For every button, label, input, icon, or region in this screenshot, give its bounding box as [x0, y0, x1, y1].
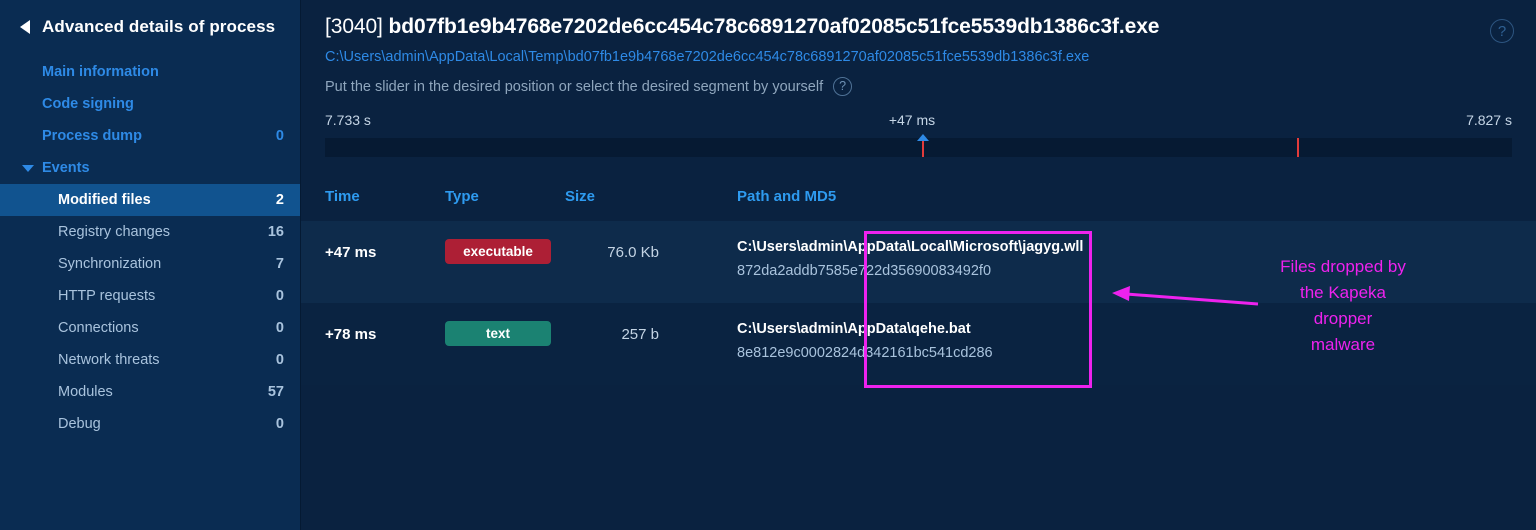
sidebar-item-label: Connections	[58, 320, 139, 336]
file-md5: 8e812e9c0002824d342161bc541cd286	[737, 345, 993, 361]
table-row[interactable]: +78 ms text 257 b C:\Users\admin\AppData…	[301, 303, 1536, 385]
cell-path-and-md5: C:\Users\admin\AppData\Local\Microsoft\j…	[685, 221, 1536, 279]
sidebar-item-count: 7	[275, 256, 284, 272]
process-path-link[interactable]: C:\Users\admin\AppData\Local\Temp\bd07fb…	[325, 39, 1512, 65]
events-table: Time Type Size Path and MD5 +47 ms execu…	[301, 188, 1536, 385]
status-badge: text	[445, 321, 551, 346]
sidebar-item-count: 0	[275, 416, 284, 432]
sidebar: Advanced details of process Main informa…	[0, 0, 301, 530]
sidebar-item-label: Network threats	[58, 352, 160, 368]
sidebar-item-main-information[interactable]: Main information	[0, 56, 300, 88]
table-row[interactable]: +47 ms executable 76.0 Kb C:\Users\admin…	[301, 221, 1536, 303]
column-header-path-and-md5[interactable]: Path and MD5	[685, 188, 1536, 205]
sidebar-title: Advanced details of process	[42, 16, 276, 36]
sidebar-item-count: 0	[275, 128, 284, 144]
sidebar-item-label: Registry changes	[58, 224, 171, 240]
timeline-end-label: 7.827 s	[1466, 112, 1512, 128]
timeline-slider-handle[interactable]	[917, 134, 930, 141]
sidebar-item-http-requests[interactable]: HTTP requests 0	[0, 280, 300, 312]
sidebar-item-count: 0	[275, 320, 284, 336]
table-header-row: Time Type Size Path and MD5	[301, 188, 1536, 214]
cell-type: executable	[445, 221, 565, 264]
sidebar-item-network-threats[interactable]: Network threats 0	[0, 344, 300, 376]
slider-hint: Put the slider in the desired position o…	[325, 65, 1512, 96]
status-badge: executable	[445, 239, 551, 264]
timeline-event-tick	[1297, 138, 1300, 157]
column-header-size[interactable]: Size	[565, 188, 685, 205]
timeline: 7.733 s +47 ms 7.827 s	[325, 112, 1512, 157]
sidebar-item-label: HTTP requests	[58, 288, 156, 304]
column-header-type[interactable]: Type	[445, 188, 565, 205]
back-arrow-icon[interactable]	[20, 19, 30, 34]
sidebar-item-events[interactable]: Events	[0, 152, 300, 184]
slider-hint-text: Put the slider in the desired position o…	[325, 78, 824, 95]
help-circle-icon[interactable]: ?	[1490, 19, 1514, 43]
file-md5: 872da2addb7585e722d35690083492f0	[737, 263, 992, 279]
sidebar-item-code-signing[interactable]: Code signing	[0, 88, 300, 120]
sidebar-item-count: 2	[275, 192, 284, 208]
sidebar-item-label: Modules	[58, 384, 113, 400]
sidebar-item-label: Main information	[42, 64, 159, 80]
sidebar-item-label: Debug	[58, 416, 101, 432]
sidebar-item-count: 57	[267, 384, 284, 400]
sidebar-item-registry-changes[interactable]: Registry changes 16	[0, 216, 300, 248]
sidebar-item-count: 0	[275, 352, 284, 368]
advanced-process-details-screen: Advanced details of process Main informa…	[0, 0, 1536, 530]
main-panel: ? [3040] bd07fb1e9b4768e7202de6cc454c78c…	[301, 0, 1536, 530]
timeline-start-label: 7.733 s	[325, 112, 371, 128]
sidebar-item-count: 0	[275, 288, 284, 304]
file-path: C:\Users\admin\AppData\Local\Microsoft\j…	[737, 239, 1084, 255]
process-pid: [3040]	[325, 15, 389, 38]
sidebar-item-label: Process dump	[42, 128, 142, 144]
timeline-labels: 7.733 s +47 ms 7.827 s	[325, 112, 1512, 132]
process-header: [3040] bd07fb1e9b4768e7202de6cc454c78c68…	[301, 0, 1536, 96]
sidebar-item-synchronization[interactable]: Synchronization 7	[0, 248, 300, 280]
cell-size: 76.0 Kb	[607, 244, 659, 261]
cell-type: text	[445, 303, 565, 346]
sidebar-item-modules[interactable]: Modules 57	[0, 376, 300, 408]
chevron-down-icon[interactable]	[22, 164, 34, 172]
page-help-button[interactable]: ?	[1490, 19, 1514, 43]
sidebar-item-process-dump[interactable]: Process dump 0	[0, 120, 300, 152]
sidebar-item-label: Code signing	[42, 96, 134, 112]
column-header-time[interactable]: Time	[325, 188, 445, 205]
page-title: [3040] bd07fb1e9b4768e7202de6cc454c78c68…	[325, 0, 1512, 39]
help-circle-icon[interactable]: ?	[833, 77, 853, 96]
sidebar-item-count: 16	[267, 224, 284, 240]
sidebar-item-modified-files[interactable]: Modified files 2	[0, 184, 300, 216]
table-body: +47 ms executable 76.0 Kb C:\Users\admin…	[301, 221, 1536, 385]
timeline-selected-label: +47 ms	[888, 112, 936, 128]
sidebar-header[interactable]: Advanced details of process	[0, 0, 300, 36]
sidebar-nav-list: Main information Code signing Process du…	[0, 56, 300, 440]
process-name: bd07fb1e9b4768e7202de6cc454c78c6891270af…	[388, 15, 1160, 38]
sidebar-item-label: Synchronization	[58, 256, 162, 272]
sidebar-item-label: Events	[42, 160, 90, 176]
sidebar-item-debug[interactable]: Debug 0	[0, 408, 300, 440]
cell-path-and-md5: C:\Users\admin\AppData\qehe.bat 8e812e9c…	[685, 303, 1536, 361]
cell-time: +47 ms	[325, 244, 377, 261]
cell-size: 257 b	[621, 326, 659, 343]
sidebar-item-label: Modified files	[58, 192, 151, 208]
cell-time: +78 ms	[325, 326, 377, 343]
sidebar-item-connections[interactable]: Connections 0	[0, 312, 300, 344]
file-path: C:\Users\admin\AppData\qehe.bat	[737, 321, 971, 337]
